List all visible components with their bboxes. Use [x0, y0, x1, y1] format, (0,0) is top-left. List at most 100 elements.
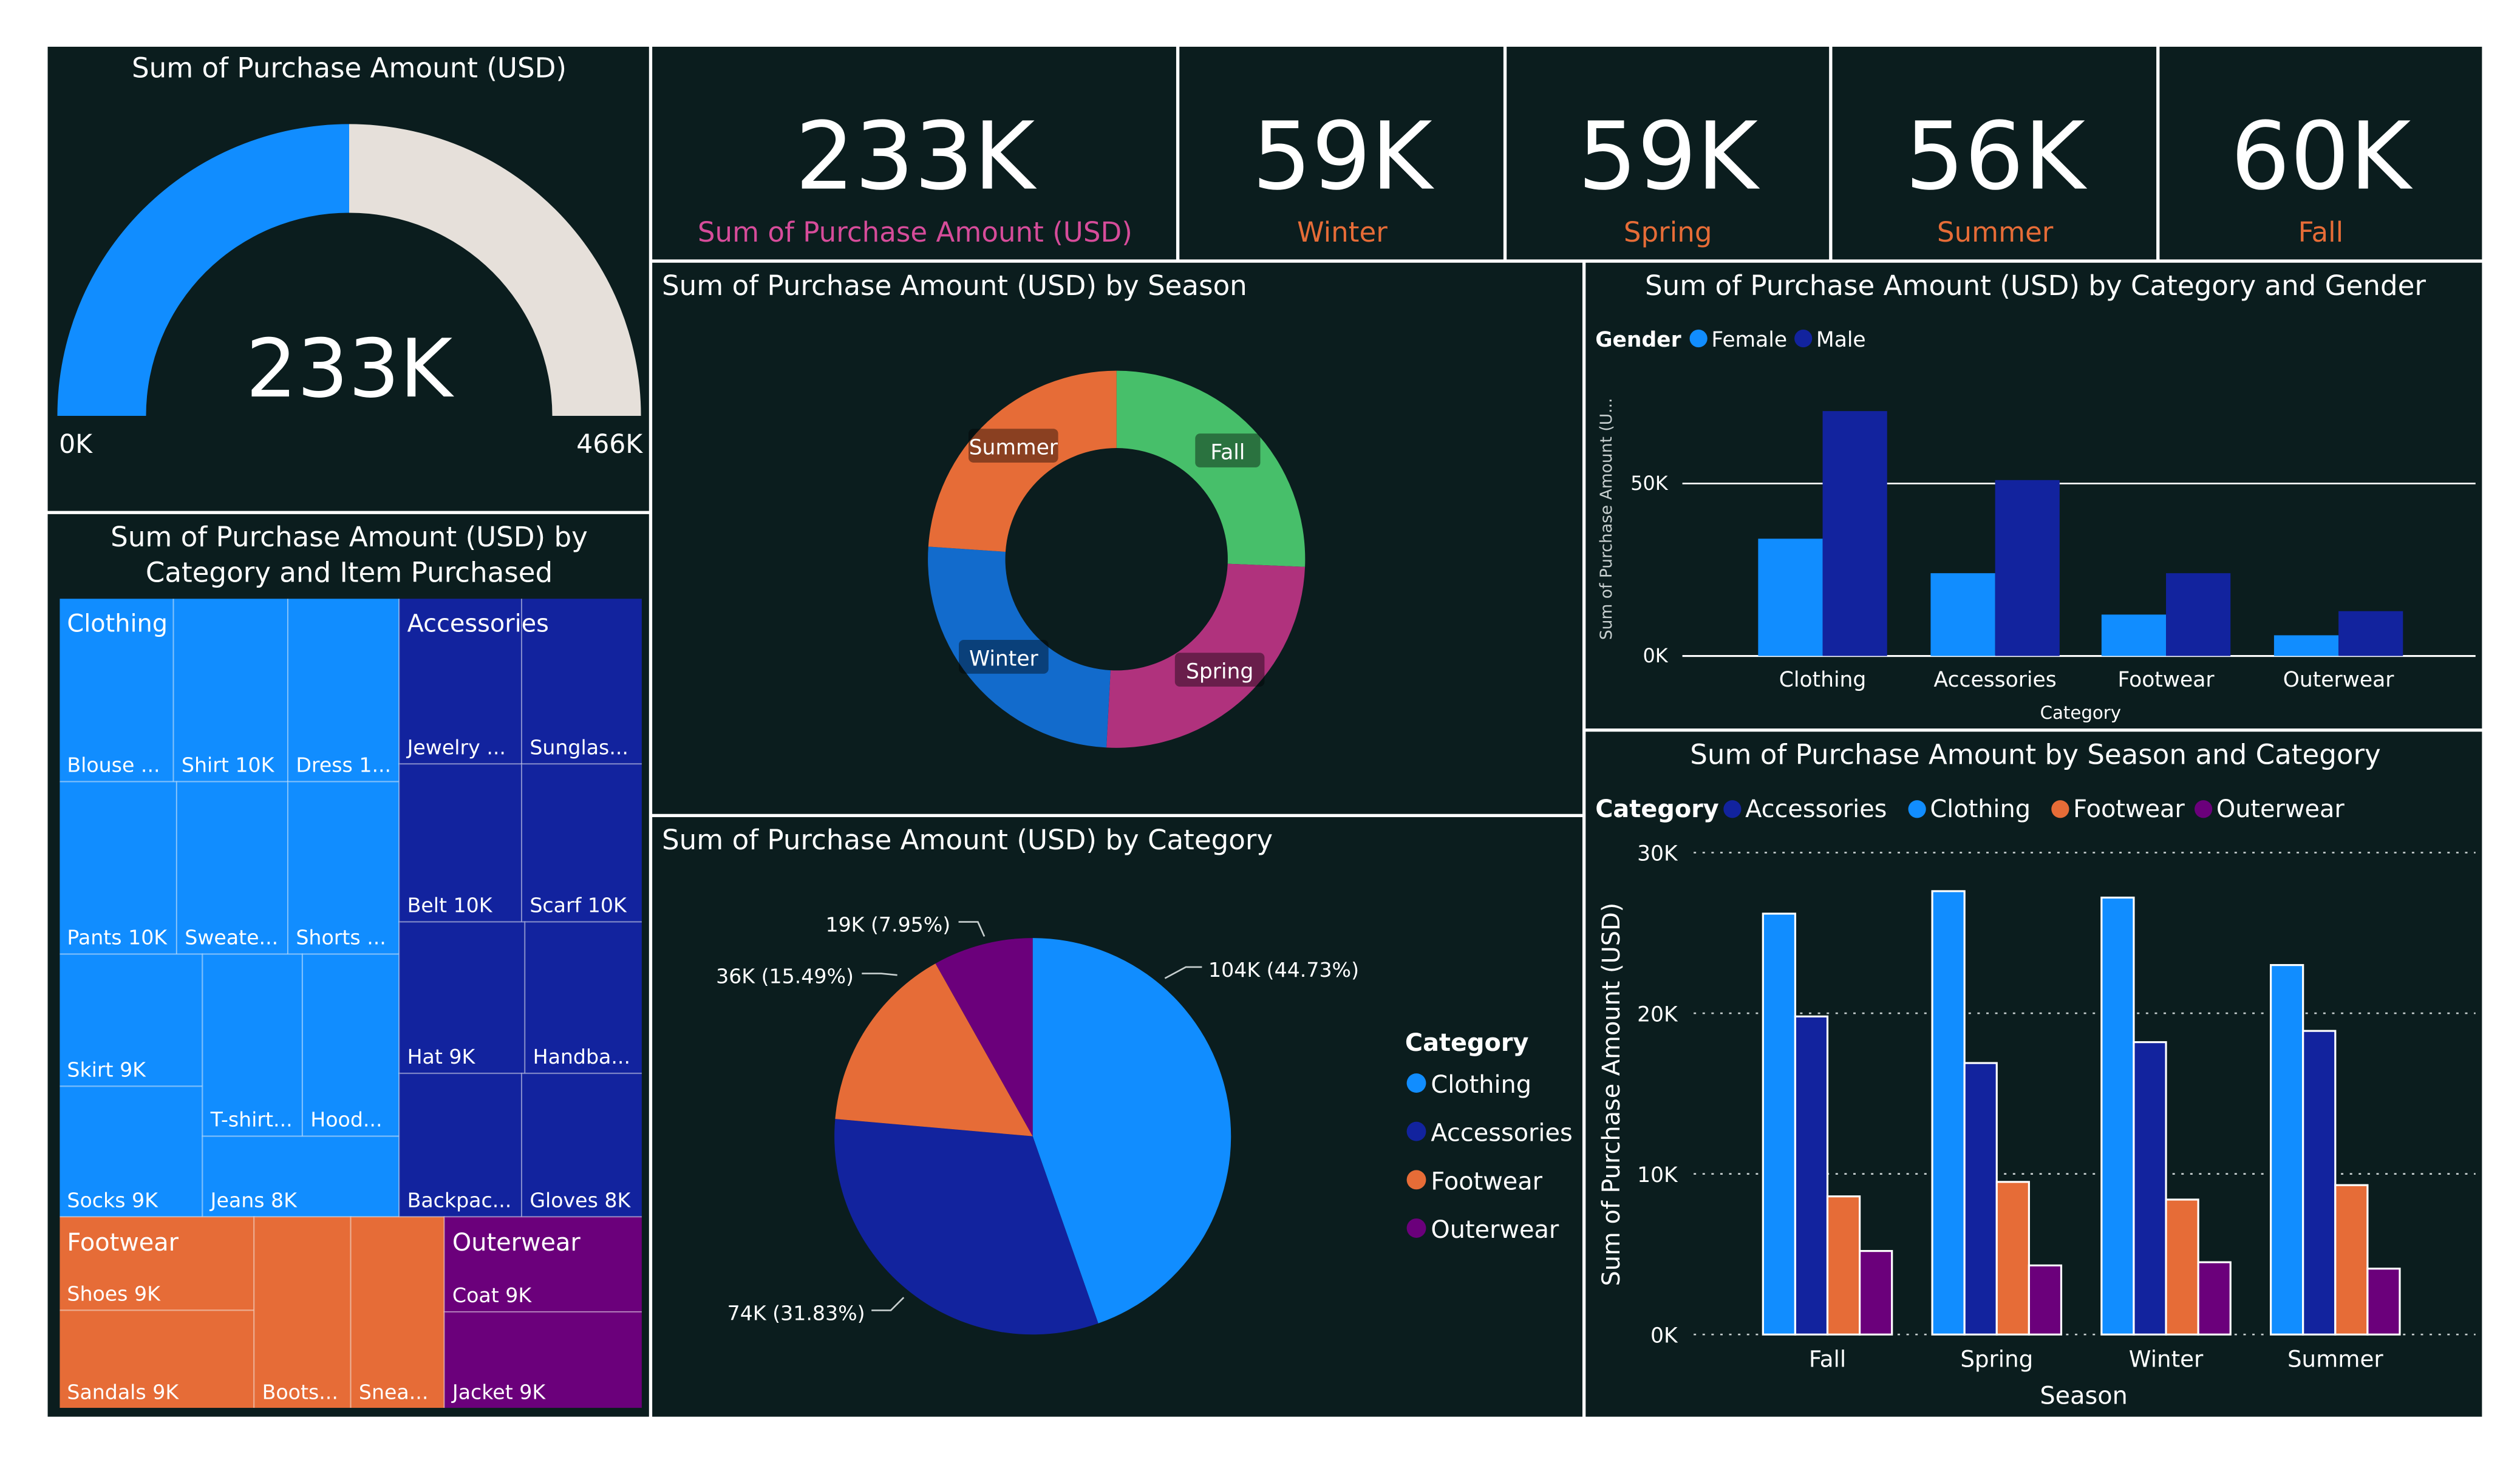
treemap-cell-label: Backpac...: [407, 1188, 512, 1212]
treemap-cell-label: Sunglas...: [530, 735, 628, 759]
treemap-cell-label: Hat 9K: [407, 1045, 476, 1068]
gender-legend: Female Male: [1689, 328, 1866, 352]
bar-accessories[interactable]: [2302, 1030, 2337, 1336]
category-pie-title: Sum of Purchase Amount (USD) by Category: [662, 824, 1273, 856]
kpi-summer-label: Summer: [1937, 216, 2054, 248]
bar-clothing[interactable]: [1762, 912, 1797, 1336]
bar-outerwear[interactable]: [2366, 1268, 2401, 1336]
legend-marker: [1406, 1121, 1426, 1141]
treemap-group-outerwear[interactable]: Coat 9K Jacket 9K Outerwear: [443, 1216, 644, 1410]
treemap-cell-label: Jeans 8K: [209, 1188, 298, 1212]
bar-clothing[interactable]: [2100, 896, 2135, 1336]
kpi-summer-value: 56K: [1905, 103, 2088, 211]
bar-male[interactable]: [2166, 573, 2231, 656]
legend-item-label: Clothing: [1930, 795, 2031, 823]
treemap-cell-label: Handba...: [533, 1045, 630, 1068]
treemap-group-clothing[interactable]: Blouse ... Shirt 10K Dress 1... Pants 10K Sw…: [58, 597, 400, 1218]
bar-outerwear[interactable]: [1859, 1250, 1893, 1336]
season-category-legend-title: Category: [1595, 795, 1719, 823]
treemap-cell-label: Hood...: [310, 1108, 382, 1132]
y-tick-label: 0K: [1643, 644, 1669, 667]
treemap-card[interactable]: Sum of Purchase Amount (USD) by Category…: [58, 521, 644, 1410]
gender-bar-xlabel: Category: [2040, 702, 2121, 723]
pie-data-label: 19K (7.95%): [825, 913, 950, 937]
kpi-total-value: 233K: [795, 103, 1037, 211]
bar-accessories[interactable]: [2133, 1041, 2167, 1336]
treemap-title-line2: Category and Item Purchased: [146, 556, 553, 588]
gender-bar-ylabel: Sum of Purchase Amount (U...: [1597, 398, 1616, 640]
donut-slice-label: Summer: [969, 436, 1058, 460]
treemap-cell-label: Shorts ...: [296, 926, 386, 949]
kpi-total-label: Sum of Purchase Amount (USD): [698, 216, 1132, 248]
treemap-group-accessories[interactable]: Jewelry ... Sunglas... Belt 10K Scarf 10K Ha…: [398, 597, 644, 1218]
bar-footwear[interactable]: [2165, 1198, 2199, 1336]
bar-female[interactable]: [1758, 538, 1823, 656]
season-donut-title: Sum of Purchase Amount (USD) by Season: [662, 270, 1247, 302]
bar-female[interactable]: [1930, 573, 1995, 656]
dashboard-canvas: Sum of Purchase Amount (USD) 233K 0K 466…: [44, 43, 2485, 1420]
bar-accessories[interactable]: [1963, 1062, 1998, 1336]
bar-outerwear[interactable]: [2028, 1264, 2063, 1336]
legend-marker: [1689, 329, 1708, 348]
bar-female[interactable]: [2273, 635, 2339, 656]
legend-item-label: Female: [1711, 328, 1787, 352]
legend-item-label: Outerwear: [2216, 795, 2345, 823]
gauge-max-label: 466K: [576, 430, 643, 460]
x-tick-label: Outerwear: [2283, 668, 2395, 692]
bar-outerwear[interactable]: [2197, 1261, 2232, 1336]
treemap-group-label: Accessories: [407, 610, 549, 638]
bar-clothing[interactable]: [2270, 964, 2304, 1336]
x-tick-label: Summer: [2287, 1346, 2383, 1372]
donut-slice-label: Winter: [969, 647, 1039, 671]
gender-legend-title: Gender: [1595, 328, 1681, 352]
legend-item-label: Clothing: [1431, 1071, 1531, 1099]
treemap-cell-label: Jewelry ...: [406, 735, 506, 759]
kpi-fall-label: Fall: [2298, 216, 2344, 248]
legend-marker: [1908, 800, 1926, 818]
kpi-winter-label: Winter: [1297, 216, 1388, 248]
treemap-cell-label: Shirt 10K: [182, 753, 275, 777]
bar-clothing[interactable]: [1931, 890, 1966, 1336]
pie-data-label: 104K (44.73%): [1208, 958, 1359, 982]
treemap-title-line1: Sum of Purchase Amount (USD) by: [111, 521, 588, 553]
legend-marker: [1794, 329, 1813, 348]
y-tick-label: 10K: [1637, 1163, 1678, 1187]
x-tick-label: Accessories: [1934, 668, 2057, 692]
legend-marker: [1723, 800, 1742, 818]
legend-item-label: Accessories: [1745, 795, 1887, 823]
treemap-cell-label: Jacket 9K: [451, 1380, 546, 1404]
kpi-spring-label: Spring: [1624, 216, 1712, 248]
y-tick-label: 50K: [1630, 472, 1669, 495]
season-category-bar-title: Sum of Purchase Amount by Season and Cat…: [1690, 738, 2381, 770]
bar-footwear[interactable]: [1995, 1181, 2030, 1336]
treemap-cell-label: Sandals 9K: [67, 1380, 179, 1404]
bar-female[interactable]: [2101, 614, 2167, 656]
bar-footwear[interactable]: [1826, 1195, 1861, 1336]
treemap-cell-label: Pants 10K: [67, 926, 168, 949]
pie-data-label: 36K (15.49%): [716, 964, 854, 988]
kpi-spring-value: 59K: [1578, 103, 1760, 211]
legend-item-label: Footwear: [2073, 795, 2185, 823]
gauge-title: Sum of Purchase Amount (USD): [132, 52, 567, 84]
season-category-bar-xlabel: Season: [2040, 1382, 2128, 1410]
dashboard: Sum of Purchase Amount (USD) 233K 0K 466…: [0, 0, 2520, 1457]
gauge-value: 233K: [246, 322, 454, 416]
treemap-cell-label: Sweate...: [185, 926, 278, 949]
bar-male[interactable]: [1822, 411, 1887, 656]
treemap-cell-label: Skirt 9K: [67, 1058, 146, 1081]
treemap-group-label: Footwear: [67, 1229, 179, 1257]
x-tick-label: Spring: [1960, 1346, 2033, 1372]
treemap-cell-label: Gloves 8K: [530, 1188, 631, 1212]
bar-footwear[interactable]: [2334, 1184, 2369, 1336]
bar-accessories[interactable]: [1794, 1015, 1829, 1336]
treemap-group-footwear[interactable]: Shoes 9K Sandals 9K Boots... Snea... Footwea…: [58, 1216, 445, 1410]
bar-male[interactable]: [2338, 611, 2403, 656]
legend-item-label: Outerwear: [1431, 1216, 1559, 1244]
treemap-cell-label: Belt 10K: [407, 894, 493, 917]
y-tick-label: 20K: [1637, 1002, 1678, 1027]
category-pie-legend-title: Category: [1405, 1029, 1529, 1057]
treemap-cell-label: Shoes 9K: [67, 1282, 161, 1305]
legend-marker: [2195, 800, 2213, 818]
bar-male[interactable]: [1995, 480, 2060, 656]
donut-slice-label: Spring: [1186, 660, 1253, 684]
